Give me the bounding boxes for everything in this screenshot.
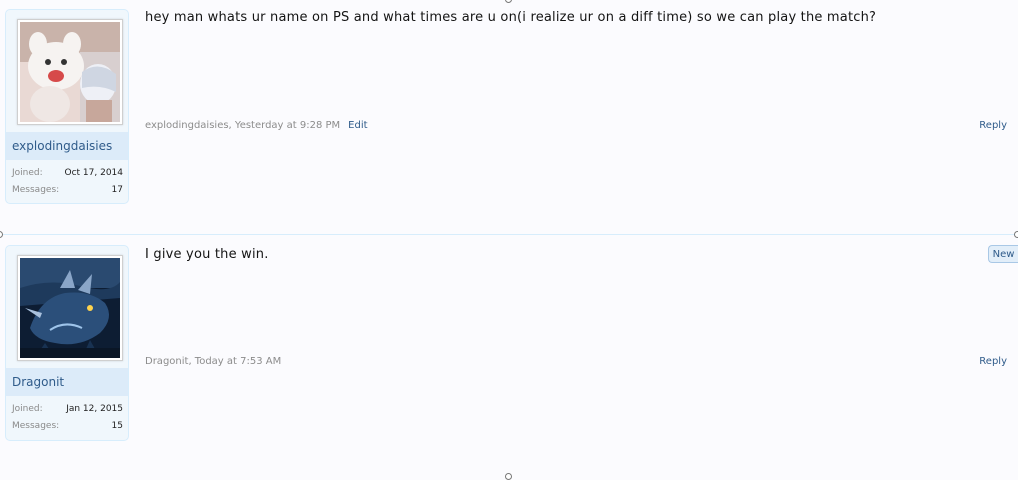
joined-row: Joined: Oct 17, 2014 [12, 168, 123, 178]
author-time[interactable]: Dragonit, Today at 7:53 AM [145, 356, 281, 367]
joined-row: Joined: Jan 12, 2015 [12, 404, 123, 414]
messages-row: Messages: 17 [12, 185, 123, 195]
username-link[interactable]: explodingdaisies [6, 132, 128, 160]
avatar[interactable] [17, 255, 123, 361]
joined-value: Oct 17, 2014 [64, 168, 124, 178]
avatar[interactable] [17, 19, 123, 125]
message-text: hey man whats ur name on PS and what tim… [145, 10, 877, 25]
username-link[interactable]: Dragonit [6, 368, 128, 396]
post-dragonit: Dragonit Joined: Jan 12, 2015 Messages: … [0, 235, 1018, 477]
joined-label: Joined: [12, 404, 43, 414]
messages-row: Messages: 15 [12, 421, 123, 431]
new-badge: New [988, 245, 1018, 263]
avatar-image-explodingdaisies [20, 22, 120, 122]
post-explodingdaisies: explodingdaisies Joined: Oct 17, 2014 Me… [0, 0, 1018, 234]
joined-label: Joined: [12, 168, 43, 178]
user-info-panel: Dragonit Joined: Jan 12, 2015 Messages: … [5, 245, 129, 441]
post-meta: explodingdaisies, Yesterday at 9:28 PM Ed… [145, 120, 368, 131]
message-text: I give you the win. [145, 247, 269, 262]
post-meta: Dragonit, Today at 7:53 AM [145, 356, 281, 367]
joined-value: Jan 12, 2015 [66, 404, 123, 414]
messages-count: 17 [111, 185, 123, 195]
avatar-image-dragonit [20, 258, 120, 358]
messages-count: 15 [111, 421, 123, 431]
author-time[interactable]: explodingdaisies, Yesterday at 9:28 PM [145, 120, 340, 131]
reply-link[interactable]: Reply [979, 120, 1007, 131]
messages-label: Messages: [12, 421, 60, 431]
messages-label: Messages: [12, 185, 60, 195]
edit-link[interactable]: Edit [348, 120, 367, 131]
user-info-panel: explodingdaisies Joined: Oct 17, 2014 Me… [5, 9, 129, 204]
reply-link[interactable]: Reply [979, 356, 1007, 367]
